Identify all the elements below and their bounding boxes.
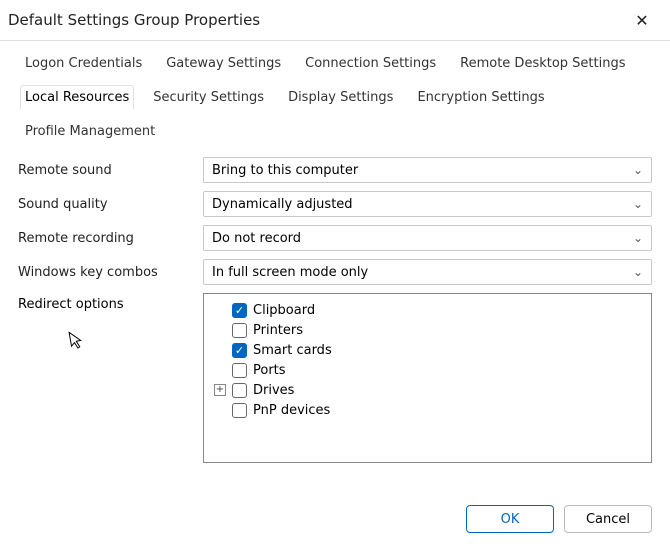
- checkbox-pnp-devices[interactable]: [232, 403, 247, 418]
- tab-connection-settings[interactable]: Connection Settings: [300, 51, 441, 75]
- combo-windows-key[interactable]: In full screen mode only ⌄: [203, 259, 652, 285]
- chevron-down-icon: ⌄: [633, 163, 643, 177]
- close-icon: ✕: [635, 11, 648, 30]
- tree-label: PnP devices: [253, 403, 330, 418]
- expand-icon[interactable]: +: [214, 384, 226, 396]
- combo-windows-key-value: In full screen mode only: [212, 265, 368, 280]
- checkbox-clipboard[interactable]: ✓: [232, 303, 247, 318]
- titlebar: Default Settings Group Properties ✕: [0, 0, 670, 41]
- tree-label: Smart cards: [253, 343, 332, 358]
- label-remote-recording: Remote recording: [18, 231, 203, 246]
- combo-remote-sound-value: Bring to this computer: [212, 163, 358, 178]
- tab-gateway-settings[interactable]: Gateway Settings: [161, 51, 286, 75]
- checkbox-ports[interactable]: [232, 363, 247, 378]
- tab-bar: Logon Credentials Gateway Settings Conne…: [18, 51, 652, 143]
- row-redirect-options: Redirect options ✓ Clipboard Printers ✓ …: [18, 293, 652, 463]
- label-redirect-options: Redirect options: [18, 293, 203, 463]
- label-sound-quality: Sound quality: [18, 197, 203, 212]
- redirect-tree: ✓ Clipboard Printers ✓ Smart cards Ports: [203, 293, 652, 463]
- tab-local-resources[interactable]: Local Resources: [20, 85, 134, 109]
- tab-encryption-settings[interactable]: Encryption Settings: [412, 85, 549, 109]
- chevron-down-icon: ⌄: [633, 197, 643, 211]
- combo-remote-recording-value: Do not record: [212, 231, 301, 246]
- row-remote-sound: Remote sound Bring to this computer ⌄: [18, 157, 652, 183]
- tree-item-printers[interactable]: Printers: [232, 320, 643, 340]
- tree-item-pnp-devices[interactable]: PnP devices: [232, 400, 643, 420]
- tree-label: Drives: [253, 383, 294, 398]
- ok-button[interactable]: OK: [466, 505, 554, 533]
- dialog-footer: OK Cancel: [0, 491, 670, 549]
- combo-remote-recording[interactable]: Do not record ⌄: [203, 225, 652, 251]
- label-remote-sound: Remote sound: [18, 163, 203, 178]
- tab-display-settings[interactable]: Display Settings: [283, 85, 398, 109]
- content-area: Logon Credentials Gateway Settings Conne…: [0, 41, 670, 491]
- tree-item-clipboard[interactable]: ✓ Clipboard: [232, 300, 643, 320]
- checkbox-smart-cards[interactable]: ✓: [232, 343, 247, 358]
- checkbox-drives[interactable]: [232, 383, 247, 398]
- tab-profile-management[interactable]: Profile Management: [20, 119, 160, 143]
- tree-item-ports[interactable]: Ports: [232, 360, 643, 380]
- label-windows-key: Windows key combos: [18, 265, 203, 280]
- tree-label: Printers: [253, 323, 303, 338]
- row-sound-quality: Sound quality Dynamically adjusted ⌄: [18, 191, 652, 217]
- chevron-down-icon: ⌄: [633, 265, 643, 279]
- row-windows-key: Windows key combos In full screen mode o…: [18, 259, 652, 285]
- form-area: Remote sound Bring to this computer ⌄ So…: [18, 157, 652, 491]
- combo-sound-quality-value: Dynamically adjusted: [212, 197, 353, 212]
- combo-remote-sound[interactable]: Bring to this computer ⌄: [203, 157, 652, 183]
- tab-logon-credentials[interactable]: Logon Credentials: [20, 51, 147, 75]
- combo-sound-quality[interactable]: Dynamically adjusted ⌄: [203, 191, 652, 217]
- tree-label: Clipboard: [253, 303, 315, 318]
- close-button[interactable]: ✕: [626, 6, 658, 34]
- tab-security-settings[interactable]: Security Settings: [148, 85, 269, 109]
- tree-label: Ports: [253, 363, 286, 378]
- row-remote-recording: Remote recording Do not record ⌄: [18, 225, 652, 251]
- tab-remote-desktop-settings[interactable]: Remote Desktop Settings: [455, 51, 630, 75]
- tree-item-drives[interactable]: + Drives: [232, 380, 643, 400]
- window-title: Default Settings Group Properties: [8, 11, 260, 29]
- dialog-window: Default Settings Group Properties ✕ Logo…: [0, 0, 670, 549]
- tree-item-smart-cards[interactable]: ✓ Smart cards: [232, 340, 643, 360]
- cancel-button[interactable]: Cancel: [564, 505, 652, 533]
- chevron-down-icon: ⌄: [633, 231, 643, 245]
- checkbox-printers[interactable]: [232, 323, 247, 338]
